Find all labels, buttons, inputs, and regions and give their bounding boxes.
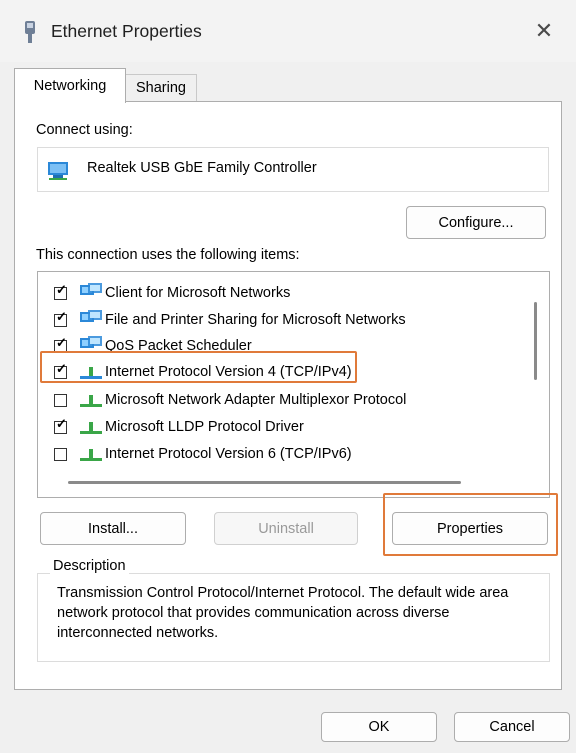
- item-label: Internet Protocol Version 6 (TCP/IPv6): [105, 446, 352, 462]
- checkbox[interactable]: ✓: [54, 283, 67, 300]
- uninstall-button[interactable]: Uninstall: [214, 512, 358, 545]
- close-button[interactable]: ✕: [512, 0, 576, 62]
- description-text: Transmission Control Protocol/Internet P…: [57, 585, 509, 641]
- title-bar: Ethernet Properties ✕: [0, 0, 576, 62]
- list-item[interactable]: ✓ File and Printer Sharing for Microsoft…: [38, 309, 528, 332]
- protocol-icon: [80, 395, 102, 407]
- highlight-ipv4-item: [40, 351, 357, 383]
- checkbox[interactable]: [54, 394, 67, 407]
- item-label: Client for Microsoft Networks: [105, 285, 291, 301]
- window-title: Ethernet Properties: [51, 21, 202, 41]
- configure-button[interactable]: Configure...: [406, 206, 546, 239]
- tab-sharing[interactable]: Sharing: [125, 74, 197, 102]
- list-item[interactable]: Microsoft Network Adapter Multiplexor Pr…: [38, 389, 528, 412]
- file-printer-sharing-icon: [80, 310, 102, 322]
- connect-using-label: Connect using:: [36, 122, 133, 138]
- protocol-icon: [80, 449, 102, 461]
- highlight-properties-button: [383, 493, 558, 556]
- checkbox[interactable]: ✓: [54, 417, 67, 434]
- checkbox[interactable]: ✓: [54, 310, 67, 327]
- horizontal-scrollbar[interactable]: [68, 481, 461, 484]
- items-list[interactable]: ✓ Client for Microsoft Networks ✓ File a…: [37, 271, 550, 498]
- item-label: Microsoft LLDP Protocol Driver: [105, 419, 304, 435]
- tab-networking[interactable]: Networking: [14, 68, 126, 103]
- item-label: File and Printer Sharing for Microsoft N…: [105, 312, 406, 328]
- ethernet-icon: [25, 21, 35, 43]
- item-label: Microsoft Network Adapter Multiplexor Pr…: [105, 392, 407, 408]
- list-item[interactable]: ✓ Microsoft LLDP Protocol Driver: [38, 416, 528, 439]
- protocol-icon: [80, 422, 102, 434]
- network-adapter-icon: [48, 162, 68, 180]
- cancel-button[interactable]: Cancel: [454, 712, 570, 742]
- install-button[interactable]: Install...: [40, 512, 186, 545]
- close-icon: ✕: [534, 18, 554, 43]
- list-item[interactable]: Internet Protocol Version 6 (TCP/IPv6): [38, 443, 528, 466]
- description-title: Description: [50, 558, 129, 574]
- list-item[interactable]: ✓ Client for Microsoft Networks: [38, 282, 528, 305]
- vertical-scrollbar[interactable]: [534, 302, 537, 380]
- items-label: This connection uses the following items…: [36, 247, 300, 263]
- adapter-name: Realtek USB GbE Family Controller: [87, 160, 317, 176]
- ok-button[interactable]: OK: [321, 712, 437, 742]
- checkbox[interactable]: [54, 448, 67, 461]
- client-network-icon: [80, 283, 102, 295]
